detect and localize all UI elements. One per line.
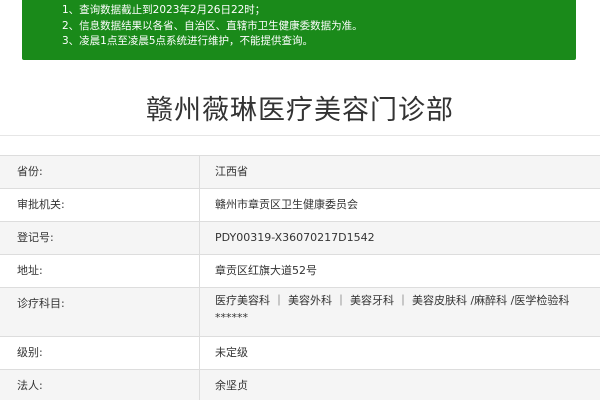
approval-authority-label: 审批机关: <box>0 189 200 221</box>
departments-label: 诊疗科目: <box>0 288 200 336</box>
title-divider <box>0 135 600 136</box>
departments-list-more: ****** <box>215 311 248 324</box>
info-table: 省份: 江西省 审批机关: 赣州市章贡区卫生健康委员会 登记号: PDY0031… <box>0 155 600 400</box>
registration-number-value: PDY00319-X36070217D1542 <box>215 231 375 244</box>
registration-number-label: 登记号: <box>0 222 200 254</box>
level-value: 未定级 <box>215 346 248 359</box>
province-label: 省份: <box>0 156 200 188</box>
row-approval-authority: 审批机关: 赣州市章贡区卫生健康委员会 <box>0 188 600 221</box>
province-value: 江西省 <box>215 165 248 178</box>
row-province: 省份: 江西省 <box>0 155 600 188</box>
notice-line-3: 3、凌晨1点至凌晨5点系统进行维护，不能提供查询。 <box>62 35 314 47</box>
notice-line-1: 1、查询数据截止到2023年2月26日22时； <box>62 4 266 16</box>
notice-line-2: 2、信息数据结果以各省、自治区、直辖市卫生健康委数据为准。 <box>62 19 363 32</box>
row-registration-number: 登记号: PDY00319-X36070217D1542 <box>0 221 600 254</box>
departments-list: 医疗美容科 ｜ 美容外科 ｜ 美容牙科 ｜ 美容皮肤科 /麻醉科 /医学检验科 <box>215 294 570 307</box>
address-label: 地址: <box>0 255 200 287</box>
legal-representative-value: 余坚贞 <box>215 379 248 392</box>
row-legal-representative: 法人: 余坚贞 <box>0 369 600 400</box>
approval-authority-value: 赣州市章贡区卫生健康委员会 <box>215 198 358 211</box>
row-departments: 诊疗科目: 医疗美容科 ｜ 美容外科 ｜ 美容牙科 ｜ 美容皮肤科 /麻醉科 /… <box>0 287 600 336</box>
page-title: 赣州薇琳医疗美容门诊部 <box>146 95 454 126</box>
address-value: 章贡区红旗大道52号 <box>215 264 317 277</box>
legal-representative-label: 法人: <box>0 370 200 400</box>
row-level: 级别: 未定级 <box>0 336 600 369</box>
page: 1、查询数据截止到2023年2月26日22时； 2、信息数据结果以各省、自治区、… <box>0 0 600 400</box>
departments-value: 医疗美容科 ｜ 美容外科 ｜ 美容牙科 ｜ 美容皮肤科 /麻醉科 /医学检验科 … <box>200 288 600 336</box>
row-address: 地址: 章贡区红旗大道52号 <box>0 254 600 287</box>
notice-banner: 1、查询数据截止到2023年2月26日22时； 2、信息数据结果以各省、自治区、… <box>22 0 576 60</box>
level-label: 级别: <box>0 337 200 369</box>
